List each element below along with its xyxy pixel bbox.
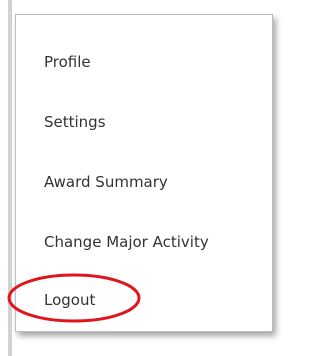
parent-panel-edge bbox=[8, 0, 12, 356]
user-dropdown-menu: Profile Settings Award Summary Change Ma… bbox=[15, 14, 273, 332]
menu-item-award-summary[interactable]: Award Summary bbox=[44, 167, 168, 197]
page: Profile Settings Award Summary Change Ma… bbox=[0, 0, 288, 356]
menu-item-logout[interactable]: Logout bbox=[44, 285, 95, 315]
menu-item-change-major-activity[interactable]: Change Major Activity bbox=[44, 227, 209, 257]
menu-item-profile[interactable]: Profile bbox=[44, 47, 91, 77]
menu-item-settings[interactable]: Settings bbox=[44, 107, 106, 137]
